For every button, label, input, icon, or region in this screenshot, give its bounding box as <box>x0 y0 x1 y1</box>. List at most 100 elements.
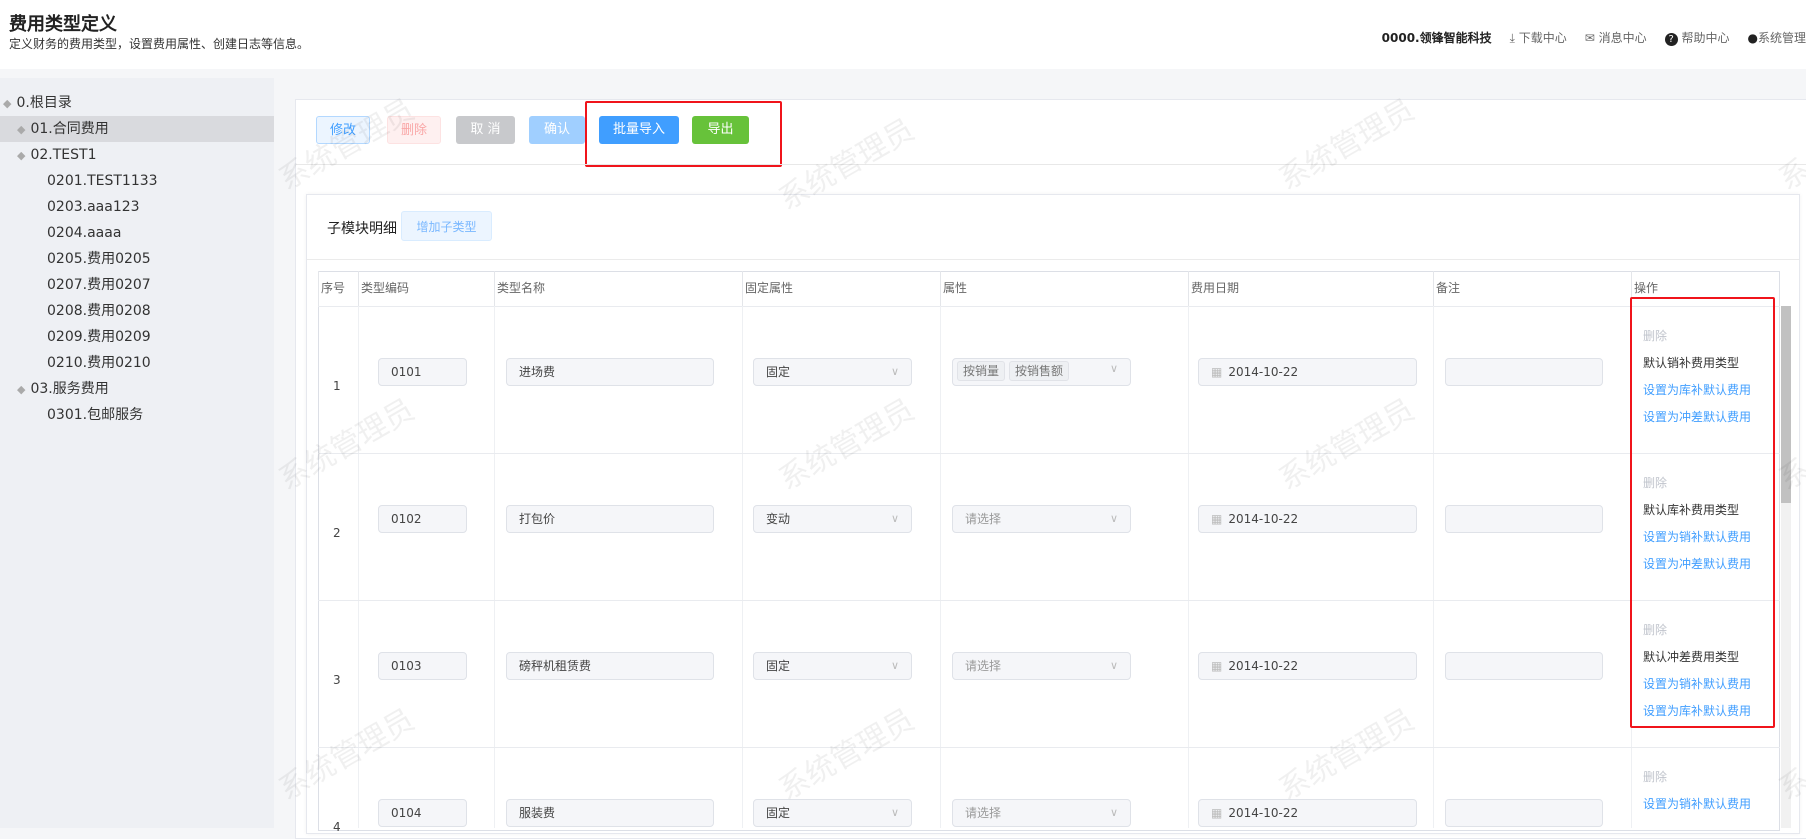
column-divider <box>940 306 941 828</box>
expense-date-input[interactable]: ▦2014-10-22 <box>1198 358 1417 386</box>
column-divider <box>742 306 743 828</box>
chevron-down-icon: ∨ <box>891 506 899 532</box>
user-menu[interactable]: ●系统管理 <box>1748 29 1806 46</box>
fixed-attribute-select[interactable]: 固定∨ <box>753 652 912 680</box>
type-code-input[interactable]: 0102 <box>378 505 467 533</box>
tree-item-label: 0.根目录 <box>16 95 71 111</box>
column-header: 备注 <box>1433 271 1631 306</box>
company-name[interactable]: 0000.领锋智能科技 <box>1382 29 1492 46</box>
user-label: 系统管理 <box>1758 31 1806 45</box>
attribute-placeholder: 请选择 <box>965 806 1001 820</box>
row-index: 3 <box>333 673 341 687</box>
chevron-down-icon: ∨ <box>1110 653 1118 679</box>
attribute-tag: 按销量 <box>957 361 1005 381</box>
help-label: 帮助中心 <box>1681 31 1729 45</box>
submodule-title: 子模块明细 <box>327 218 397 238</box>
expense-date-input[interactable]: ▦2014-10-22 <box>1198 652 1417 680</box>
help-icon: ? <box>1665 33 1678 46</box>
remark-input[interactable] <box>1445 652 1603 680</box>
scrollbar-thumb[interactable] <box>1781 306 1791 503</box>
type-name-input[interactable]: 进场费 <box>506 358 714 386</box>
row-index: 4 <box>333 820 341 834</box>
attribute-multiselect[interactable]: 请选择 ∨ <box>952 505 1131 533</box>
edit-button[interactable]: 修改 <box>316 116 370 144</box>
messages-label: 消息中心 <box>1599 31 1647 45</box>
tree-item-label: 0301.包邮服务 <box>47 407 143 423</box>
folder-icon: ◆ <box>3 97 11 110</box>
tree-item-label: 0208.费用0208 <box>47 303 151 319</box>
chevron-down-icon: ∨ <box>891 653 899 679</box>
delete-button[interactable]: 删除 <box>387 116 441 144</box>
tree-item[interactable]: 0201.TEST1133 <box>0 168 274 194</box>
add-subtype-button[interactable]: 增加子类型 <box>401 211 492 241</box>
tree-item[interactable]: 0205.费用0205 <box>0 246 274 272</box>
attribute-placeholder: 请选择 <box>965 659 1001 673</box>
fixed-attribute-select[interactable]: 固定∨ <box>753 799 912 827</box>
column-header: 类型名称 <box>494 271 742 306</box>
attribute-tag: 按销售额 <box>1009 361 1069 381</box>
cancel-button[interactable]: 取 消 <box>456 116 515 144</box>
chevron-down-icon: ∨ <box>1110 506 1118 532</box>
expense-date-input[interactable]: ▦2014-10-22 <box>1198 799 1417 827</box>
column-divider <box>1188 306 1189 828</box>
type-name-input[interactable]: 磅秤机租赁费 <box>506 652 714 680</box>
header-actions: 0000.领锋智能科技 ⤓ 下载中心 ✉ 消息中心 ? 帮助中心 ●系统管理 <box>1382 29 1806 46</box>
tree-item[interactable]: ◆ 02.TEST1 <box>0 142 274 168</box>
folder-icon: ◆ <box>17 149 25 162</box>
row-index: 1 <box>333 379 341 393</box>
tree-item-label: 02.TEST1 <box>30 147 96 163</box>
tree-item-label: 01.合同费用 <box>30 121 108 137</box>
fixed-attribute-select[interactable]: 变动∨ <box>753 505 912 533</box>
user-icon: ● <box>1748 31 1758 45</box>
download-center-link[interactable]: ⤓ 下载中心 <box>1510 29 1567 46</box>
remark-input[interactable] <box>1445 505 1603 533</box>
tree-item[interactable]: 0210.费用0210 <box>0 350 274 376</box>
attribute-multiselect[interactable]: 请选择 ∨ <box>952 652 1131 680</box>
tree-item[interactable]: ◆ 0.根目录 <box>0 90 274 116</box>
type-code-input[interactable]: 0101 <box>378 358 467 386</box>
tree-item-label: 0210.费用0210 <box>47 355 151 371</box>
column-divider <box>358 306 359 828</box>
type-name-input[interactable]: 服装费 <box>506 799 714 827</box>
tree-item-label: 0203.aaa123 <box>47 199 140 215</box>
type-name-input[interactable]: 打包价 <box>506 505 714 533</box>
download-label: 下载中心 <box>1519 31 1567 45</box>
type-code-input[interactable]: 0104 <box>378 799 467 827</box>
highlight-box-actions <box>1630 297 1775 728</box>
type-code-input[interactable]: 0103 <box>378 652 467 680</box>
highlight-box-toolbar <box>585 101 782 167</box>
tree-item-label: 0201.TEST1133 <box>47 173 158 189</box>
divider <box>307 259 1799 260</box>
attribute-multiselect[interactable]: 按销量按销售额 ∨ <box>952 358 1131 386</box>
attribute-placeholder: 请选择 <box>965 512 1001 526</box>
tree-item-label: 0207.费用0207 <box>47 277 151 293</box>
column-header: 费用日期 <box>1188 271 1433 306</box>
chevron-down-icon: ∨ <box>1110 359 1118 379</box>
folder-icon: ◆ <box>17 383 25 396</box>
tree-item[interactable]: 0203.aaa123 <box>0 194 274 220</box>
help-center-link[interactable]: ? 帮助中心 <box>1665 29 1730 46</box>
delete-row-link[interactable]: 删除 <box>1643 768 1667 785</box>
tree-item[interactable]: ◆ 03.服务费用 <box>0 376 274 402</box>
confirm-button[interactable]: 确认 <box>529 116 585 144</box>
set-default-link[interactable]: 设置为销补默认费用 <box>1643 795 1751 812</box>
fixed-attribute-select[interactable]: 固定∨ <box>753 358 912 386</box>
tree-item-label: 03.服务费用 <box>30 381 108 397</box>
row-divider <box>318 747 1780 748</box>
remark-input[interactable] <box>1445 799 1603 827</box>
tree-item[interactable]: 0301.包邮服务 <box>0 402 274 428</box>
tree-item[interactable]: ◆01.合同费用 <box>0 116 274 142</box>
remark-input[interactable] <box>1445 358 1603 386</box>
tree-item[interactable]: 0204.aaaa <box>0 220 274 246</box>
tree-item[interactable]: 0209.费用0209 <box>0 324 274 350</box>
chevron-down-icon: ∨ <box>891 359 899 385</box>
fixed-attribute-value: 固定 <box>766 806 790 820</box>
tree-item-label: 0204.aaaa <box>47 225 121 241</box>
calendar-icon: ▦ <box>1211 659 1222 673</box>
expense-date-input[interactable]: ▦2014-10-22 <box>1198 505 1417 533</box>
tree-item[interactable]: 0208.费用0208 <box>0 298 274 324</box>
attribute-multiselect[interactable]: 请选择∨ <box>952 799 1131 827</box>
message-center-link[interactable]: ✉ 消息中心 <box>1585 29 1647 46</box>
page-subtitle: 定义财务的费用类型，设置费用属性、创建日志等信息。 <box>9 35 309 52</box>
tree-item[interactable]: 0207.费用0207 <box>0 272 274 298</box>
